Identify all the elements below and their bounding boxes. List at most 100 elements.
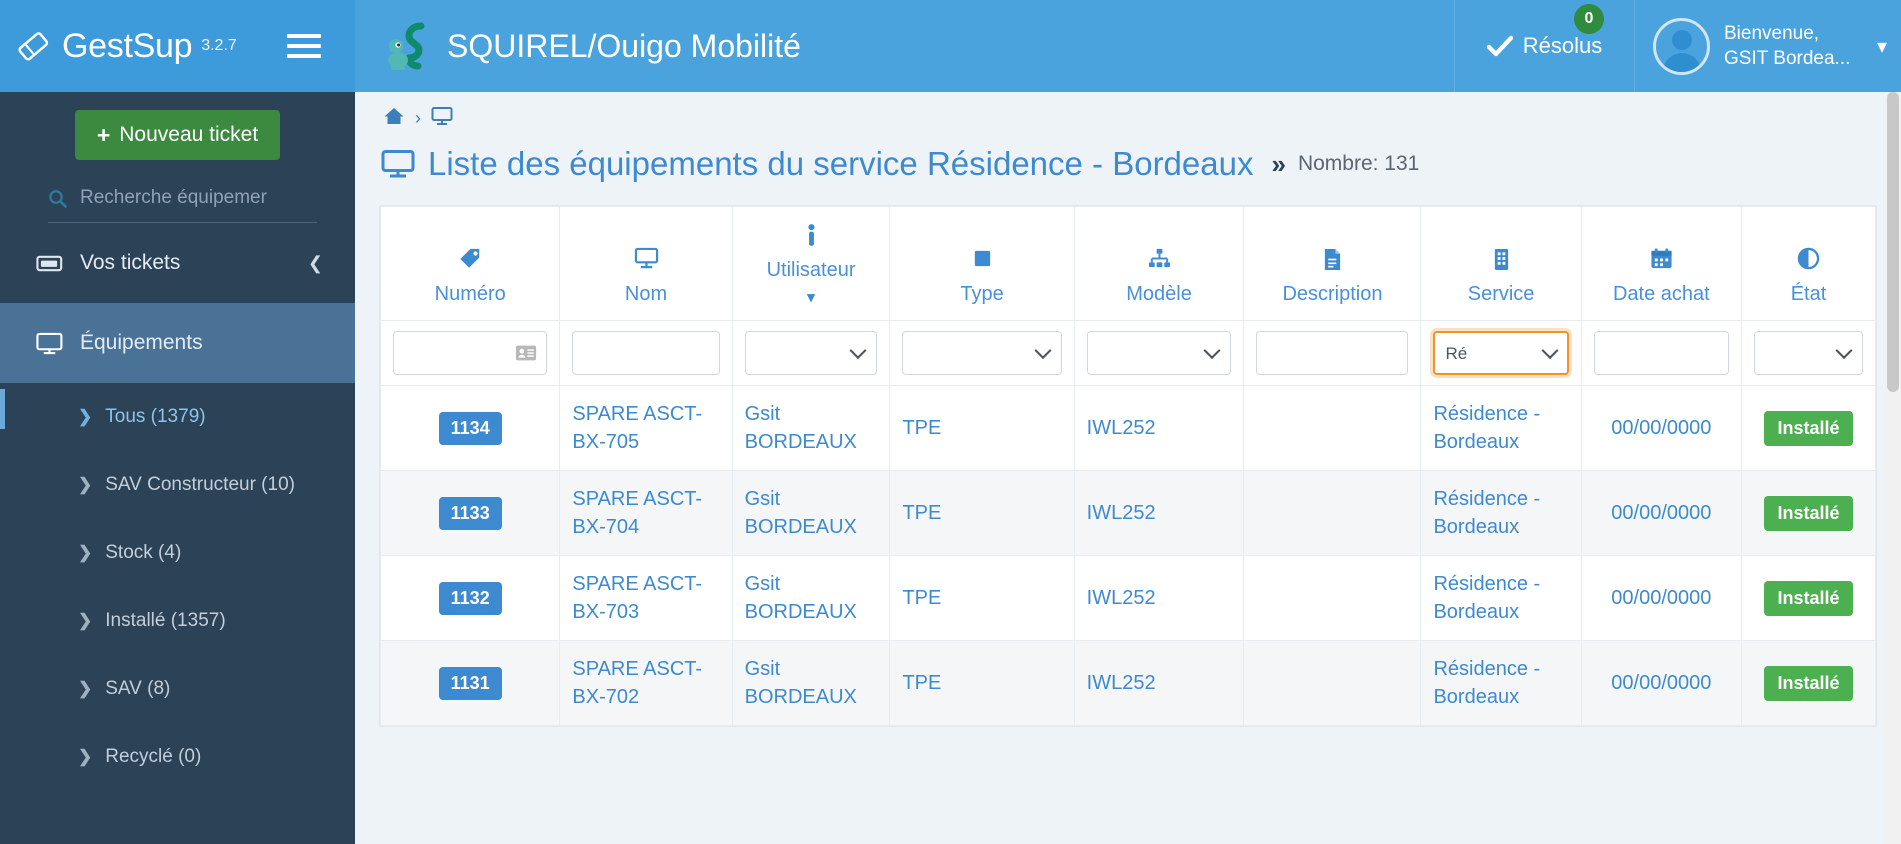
equipment-type: TPE [902,502,942,524]
column-header-utilisateur[interactable]: Utilisateur ▾ [731,206,891,321]
equipment-service: Résidence - Bordeaux [1433,403,1541,453]
equipment-type: TPE [902,417,942,439]
sidebar: + Nouveau ticket Vos tickets ❮ [0,92,355,844]
column-header-etat[interactable]: État [1740,206,1876,321]
filter-input-nom[interactable] [572,331,720,375]
monitor-icon [566,247,725,273]
sidebar-subitem-installe[interactable]: ❯ Installé (1357) [0,587,355,655]
status-badge[interactable]: Installé [1764,580,1853,616]
column-header-label: Nom [624,283,668,305]
user-info: Bienvenue, GSIT Bordea... [1724,21,1850,71]
chevron-right-icon: ❯ [78,543,93,562]
status-badge[interactable]: Installé [1764,495,1853,531]
user-menu[interactable]: Bienvenue, GSIT Bordea... ▾ [1635,0,1901,92]
column-header-type[interactable]: Type [889,206,1075,321]
filter-select-service[interactable]: Ré [1433,331,1569,375]
filter-select-etat[interactable] [1753,331,1863,375]
sidebar-subitem-tous[interactable]: ❯ Tous (1379) [0,383,355,451]
diamond-tag-icon [14,27,52,65]
sidebar-subitem-stock[interactable]: ❯ Stock (4) [0,519,355,587]
application-window: GestSup 3.2.7 SQUIREL/Ouigo Mobilité Rés… [0,0,1901,844]
filter-cell-numero [380,320,561,386]
column-header-description[interactable]: Description [1243,206,1422,321]
equipment-user: Gsit BORDEAUX [744,573,857,623]
equipment-name-link[interactable]: SPARE ASCT-BX-703 [572,573,702,623]
resolved-tickets-button[interactable]: Résolus 0 [1455,0,1635,92]
equipment-user: Gsit BORDEAUX [744,658,857,708]
calendar-icon [1588,247,1735,273]
brand-name[interactable]: GestSup [62,27,193,66]
sidebar-subitem-sav-constructeur[interactable]: ❯ SAV Constructeur (10) [0,451,355,519]
status-badge[interactable]: Installé [1764,665,1853,701]
main-content: › Liste des équipements du service Résid… [355,92,1901,844]
search-input[interactable] [78,186,317,210]
cell-modele: IWL252 [1073,555,1245,641]
sidebar-item-equipements[interactable]: Équipements [0,303,355,383]
equipment-name-link[interactable]: SPARE ASCT-BX-705 [572,403,702,453]
chevron-left-icon[interactable]: ❮ [308,253,323,274]
hamburger-menu-icon[interactable] [287,31,321,61]
scrollbar-thumb[interactable] [1887,92,1899,392]
chevron-down-icon[interactable]: ▾ [1869,34,1887,59]
cell-etat: Installé [1740,640,1876,726]
equipment-user: Gsit BORDEAUX [744,403,857,453]
sidebar-subitem-recycle[interactable]: ❯ Recyclé (0) [0,723,355,791]
cell-description [1243,385,1422,471]
sidebar-subitem-sav[interactable]: ❯ SAV (8) [0,655,355,723]
status-badge[interactable]: Installé [1764,410,1853,446]
table-row[interactable]: 1131 SPARE ASCT-BX-702 Gsit BORDEAUX TPE [380,640,1876,726]
monitor-icon[interactable] [431,106,453,131]
cell-type: TPE [889,470,1075,556]
cell-numero: 1133 [380,470,561,556]
equipment-number-badge[interactable]: 1133 [438,496,502,530]
equipment-number-badge[interactable]: 1134 [438,411,502,445]
cell-etat: Installé [1740,555,1876,641]
id-card-icon[interactable] [515,345,537,362]
cell-utilisateur: Gsit BORDEAUX [731,470,891,556]
chevron-right-icon: ❯ [78,679,93,698]
table-filter-row: Ré [380,320,1876,386]
equipment-number-badge[interactable]: 1132 [438,581,502,615]
cell-utilisateur: Gsit BORDEAUX [731,555,891,641]
filter-select-type[interactable] [902,331,1062,375]
column-header-service[interactable]: Service [1420,206,1582,321]
filter-input-date-achat[interactable] [1593,331,1729,375]
equipment-type: TPE [902,672,942,694]
filter-select-utilisateur[interactable] [744,331,878,375]
cell-description [1243,640,1422,726]
sidebar-subitem-label: SAV Constructeur (10) [105,474,295,495]
plus-icon: + [96,121,111,148]
sidebar-item-label: Vos tickets [80,251,181,274]
vertical-scrollbar[interactable] [1885,92,1901,844]
column-header-modele[interactable]: Modèle [1073,206,1245,321]
column-header-nom[interactable]: Nom [559,206,733,321]
cell-numero: 1132 [380,555,561,641]
cell-utilisateur: Gsit BORDEAUX [731,640,891,726]
home-icon[interactable] [383,106,405,131]
sidebar-item-vos-tickets[interactable]: Vos tickets ❮ [0,223,355,303]
cell-date-achat: 00/00/0000 [1580,385,1742,471]
equipment-count: Nombre: 131 [1297,152,1420,175]
cell-nom: SPARE ASCT-BX-703 [559,555,733,641]
filter-input-description[interactable] [1256,331,1409,375]
equipment-number-badge[interactable]: 1131 [438,666,502,700]
sort-descending-icon[interactable]: ▾ [739,288,884,306]
equipment-user: Gsit BORDEAUX [744,488,857,538]
cell-etat: Installé [1740,385,1876,471]
app-title: SQUIREL/Ouigo Mobilité [447,27,801,64]
cell-type: TPE [889,385,1075,471]
table-row[interactable]: 1133 SPARE ASCT-BX-704 Gsit BORDEAUX TPE [380,470,1876,556]
building-icon [1427,247,1574,273]
column-header-numero[interactable]: Numéro [380,206,561,321]
table-row[interactable]: 1132 SPARE ASCT-BX-703 Gsit BORDEAUX TPE [380,555,1876,641]
new-ticket-button[interactable]: + Nouveau ticket [74,110,281,160]
column-header-date-achat[interactable]: Date achat [1580,206,1742,321]
equipment-name-link[interactable]: SPARE ASCT-BX-704 [572,488,702,538]
cell-date-achat: 00/00/0000 [1580,640,1742,726]
half-circle-icon [1748,247,1869,273]
filter-select-modele[interactable] [1086,331,1232,375]
column-header-label: Service [1467,283,1535,305]
table-row[interactable]: 1134 SPARE ASCT-BX-705 Gsit BORDEAUX TPE [380,385,1876,471]
equipment-service: Résidence - Bordeaux [1433,573,1541,623]
equipment-name-link[interactable]: SPARE ASCT-BX-702 [572,658,702,708]
